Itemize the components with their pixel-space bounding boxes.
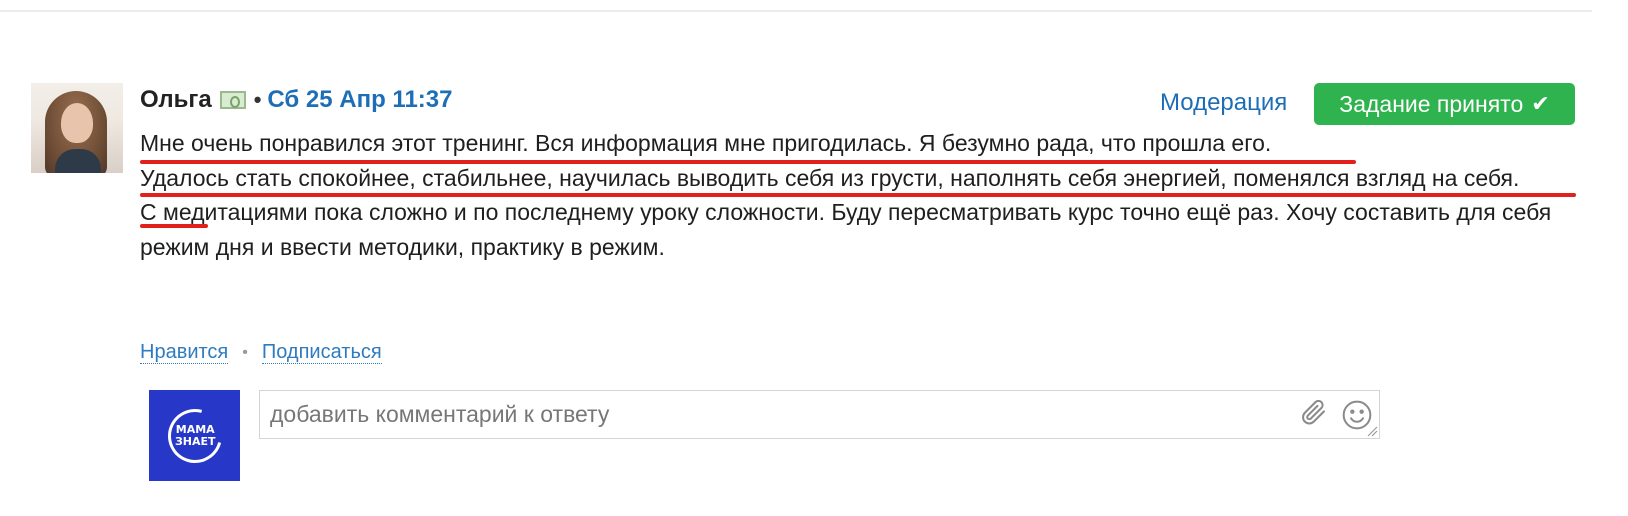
author-avatar[interactable]: [31, 83, 123, 173]
logo-text-line-1: МАМА: [175, 422, 214, 436]
check-icon: ✔: [1531, 91, 1550, 116]
commenter-logo: МАМА ЗНАЕТ: [149, 390, 240, 481]
moderation-link[interactable]: Модерация: [1160, 89, 1287, 117]
logo-text-line-2: ЗНАЕТ: [174, 434, 215, 448]
like-link[interactable]: Нравится: [140, 341, 229, 364]
task-accepted-label: Задание принято: [1339, 90, 1524, 117]
post-date-link[interactable]: Сб 25 Апр 11:37: [267, 86, 452, 114]
logo-ring: МАМА ЗНАЕТ: [157, 398, 232, 473]
actions-separator: •: [242, 343, 248, 361]
comment-box: [259, 390, 1380, 439]
highlight-underline: [140, 193, 1576, 197]
post-header: Ольга • Сб 25 Апр 11:37: [140, 84, 453, 116]
logo-text: МАМА ЗНАЕТ: [174, 422, 215, 448]
comment-input[interactable]: [260, 391, 1300, 438]
avatar-face: [61, 103, 93, 143]
money-icon: [219, 91, 246, 109]
answer-line-1: Мне очень понравился этот тренинг. Вся и…: [140, 130, 1272, 156]
resize-handle-icon[interactable]: [1366, 425, 1378, 437]
header-separator: •: [253, 87, 262, 112]
author-name[interactable]: Ольга: [140, 86, 212, 114]
task-accepted-button[interactable]: Задание принято ✔: [1314, 83, 1575, 125]
answer-line-2: Удалось стать спокойнее, стабильнее, нау…: [140, 164, 1520, 191]
top-divider: [0, 10, 1592, 12]
highlight-underline: [140, 160, 1356, 164]
post-actions: Нравится • Подписаться: [140, 341, 382, 364]
paperclip-icon[interactable]: [1299, 397, 1329, 427]
subscribe-link[interactable]: Подписаться: [261, 341, 382, 364]
highlight-underline: [140, 224, 208, 228]
answer-line-3: С медитациями пока сложно и по последнем…: [140, 199, 1552, 260]
